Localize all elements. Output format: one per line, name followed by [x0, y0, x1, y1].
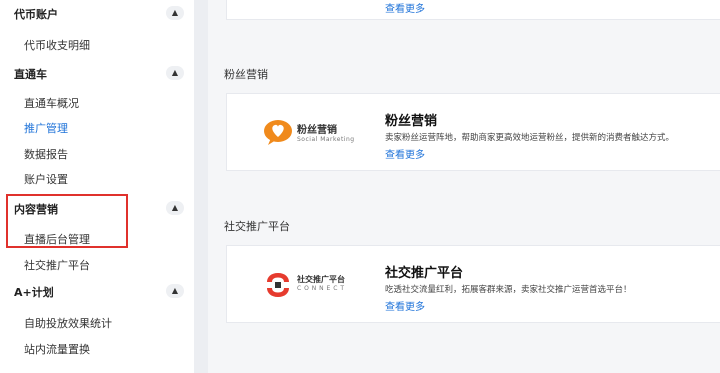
highlight-annotation-box	[6, 194, 128, 248]
sidebar-item-account-settings[interactable]: 账户设置	[24, 171, 68, 187]
logo-text: 社交推广平台	[297, 275, 345, 284]
logo-text: 粉丝营销	[297, 125, 337, 136]
view-more-link[interactable]: 查看更多	[385, 146, 425, 161]
card-title: 粉丝营销	[385, 114, 438, 129]
view-more-link[interactable]: 查看更多	[385, 0, 425, 15]
top-card: 查看更多	[226, 0, 720, 20]
social-promotion-logo: 社交推广平台 C O N N E C T	[261, 268, 371, 302]
sidebar-item-traffic-exchange[interactable]: 站内流量置换	[24, 341, 90, 357]
sidebar-divider	[194, 0, 208, 373]
collapse-chevron-icon[interactable]: ▲	[166, 284, 184, 298]
logo-subtext: Social Marketing	[297, 136, 355, 143]
logo-subtext: C O N N E C T	[297, 285, 345, 292]
sidebar-item-self-serve-stats[interactable]: 自助投放效果统计	[24, 315, 112, 331]
card-description: 吃透社交流量红利，拓展客群来源，卖家社交推广运营首选平台！	[385, 285, 632, 295]
main-content: 查看更多 粉丝营销 粉丝营销 Social Marketing 粉丝营销 卖家粉…	[208, 0, 720, 373]
sidebar-group-title-a-plus-plan[interactable]: A+计划	[14, 284, 54, 300]
sidebar-item-token-ledger[interactable]: 代币收支明细	[24, 37, 90, 53]
section-title-fans-marketing: 粉丝营销	[224, 68, 268, 81]
collapse-chevron-icon[interactable]: ▲	[166, 201, 184, 215]
sidebar-group-title-token-account[interactable]: 代币账户	[14, 6, 58, 22]
sidebar-group-title-ztc[interactable]: 直通车	[14, 66, 47, 82]
sidebar-item-promotion-management[interactable]: 推广管理	[24, 120, 68, 136]
sidebar-item-ztc-overview[interactable]: 直通车概况	[24, 95, 79, 111]
collapse-chevron-icon[interactable]: ▲	[166, 66, 184, 80]
product-card-fans-marketing[interactable]: 粉丝营销 Social Marketing 粉丝营销 卖家粉丝运营阵地，帮助商家…	[226, 93, 720, 171]
card-title: 社交推广平台	[385, 266, 464, 281]
sidebar-item-data-report[interactable]: 数据报告	[24, 146, 68, 162]
card-description: 卖家粉丝运营阵地，帮助商家更高效地运营粉丝，提供新的消费者触达方式。	[385, 133, 675, 143]
fans-marketing-logo: 粉丝营销 Social Marketing	[261, 116, 371, 150]
collapse-chevron-icon[interactable]: ▲	[166, 6, 184, 20]
view-more-link[interactable]: 查看更多	[385, 298, 425, 313]
product-card-social-promotion[interactable]: 社交推广平台 C O N N E C T 社交推广平台 吃透社交流量红利，拓展客…	[226, 245, 720, 323]
sidebar: 代币账户 ▲ 代币收支明细 直通车 ▲ 直通车概况 推广管理 数据报告 账户设置…	[0, 0, 194, 373]
app-window: 代币账户 ▲ 代币收支明细 直通车 ▲ 直通车概况 推广管理 数据报告 账户设置…	[0, 0, 720, 373]
section-title-social-promotion: 社交推广平台	[224, 220, 290, 233]
sidebar-item-social-promotion[interactable]: 社交推广平台	[24, 257, 90, 273]
